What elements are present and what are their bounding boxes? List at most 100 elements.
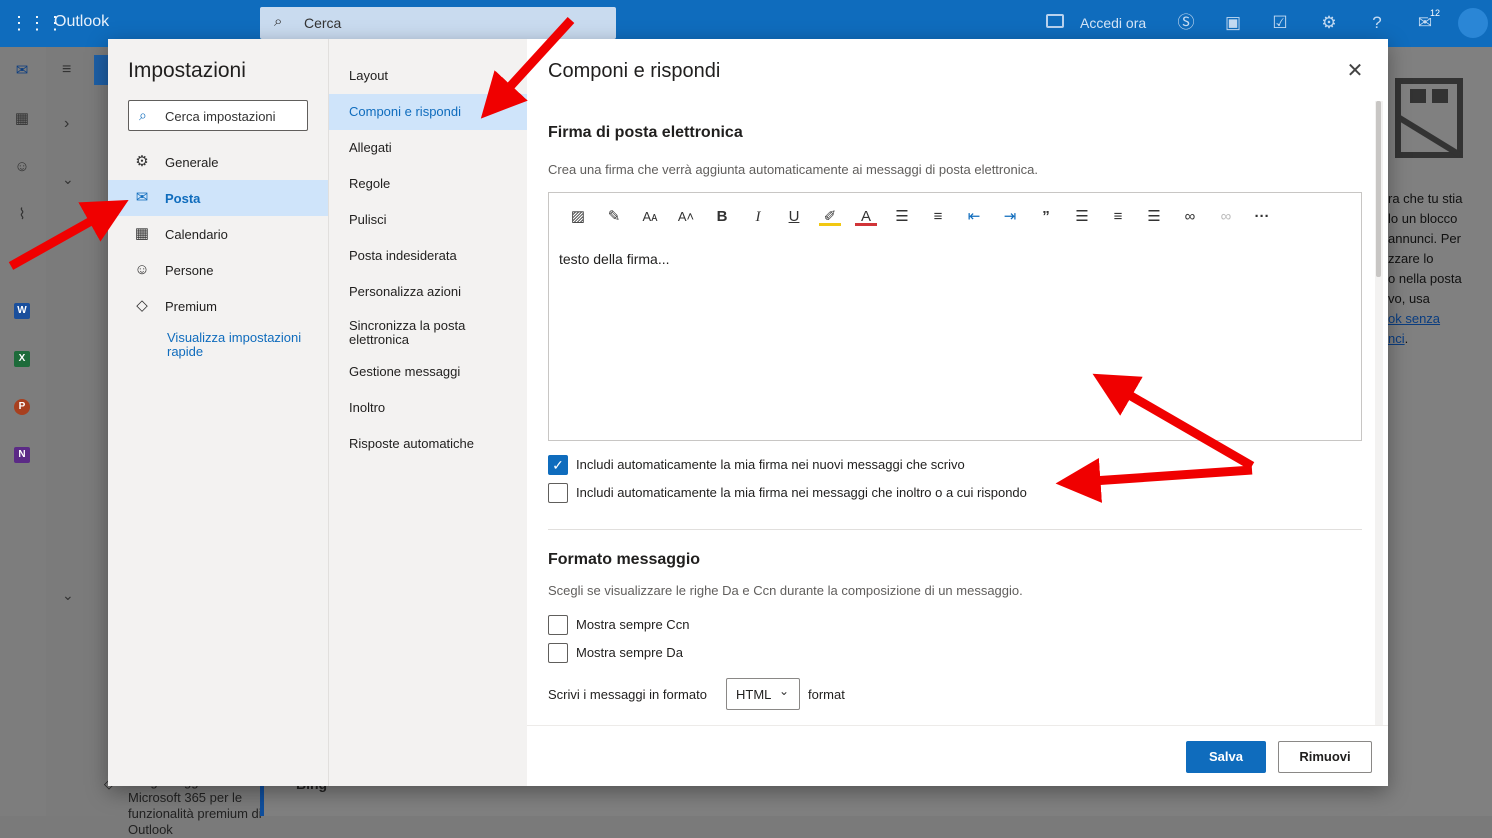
chevron-down-icon[interactable]: ⌄: [62, 171, 74, 188]
chevron-down-icon: ⌄: [779, 684, 790, 698]
category-people[interactable]: ☺ Persone: [108, 252, 328, 288]
subcategory-label: Gestione messaggi: [349, 364, 461, 379]
settings-search-input[interactable]: ⌕ Cerca impostazioni: [128, 100, 308, 131]
font-grow-icon[interactable]: A˄: [675, 206, 697, 228]
subcategory-label: Pulisci: [349, 212, 387, 227]
italic-icon[interactable]: I: [747, 206, 769, 228]
subcategory-rules[interactable]: Regole: [329, 166, 528, 202]
avatar[interactable]: [1458, 8, 1488, 38]
onenote-icon[interactable]: N: [14, 447, 30, 463]
subcategory-customize-actions[interactable]: Personalizza azioni: [329, 274, 528, 310]
more-icon[interactable]: ···: [1251, 206, 1273, 228]
font-color-icon[interactable]: A: [855, 206, 877, 226]
app-title[interactable]: Outlook: [54, 13, 109, 31]
discard-button[interactable]: Rimuovi: [1278, 741, 1372, 773]
global-search-input[interactable]: ⌕ Cerca: [260, 7, 616, 39]
ad-free-link[interactable]: nci: [1388, 331, 1405, 346]
excel-icon[interactable]: X: [14, 351, 30, 367]
settings-categories: Impostazioni ⌕ Cerca impostazioni ⚙ Gene…: [108, 39, 328, 786]
checkbox-label: Includi automaticamente la mia firma nei…: [576, 485, 1027, 500]
video-call-icon[interactable]: [1046, 14, 1064, 28]
mail-icon[interactable]: ✉: [12, 61, 32, 81]
checkbox-checked[interactable]: ✓: [548, 455, 568, 475]
font-size-icon[interactable]: Aᴀ: [639, 206, 661, 228]
subcategory-sweep[interactable]: Pulisci: [329, 202, 528, 238]
subcategory-compose-reply[interactable]: Componi e rispondi: [329, 94, 528, 130]
ad-free-icon: [1395, 78, 1463, 158]
underline-icon[interactable]: U: [783, 206, 805, 228]
subcategory-sync-email[interactable]: Sincronizza la posta elettronica: [329, 310, 528, 354]
subcategory-label: Inoltro: [349, 400, 386, 415]
compose-format-select[interactable]: HTML ⌄: [726, 678, 800, 710]
hamburger-icon[interactable]: ≡: [62, 61, 71, 79]
unlink-icon[interactable]: ∞: [1215, 206, 1237, 228]
app-launcher-icon[interactable]: ⋮⋮⋮: [10, 12, 64, 34]
quick-settings-link[interactable]: Visualizza impostazioni rapide: [167, 331, 307, 359]
format-painter-icon[interactable]: ✎: [603, 206, 625, 228]
increase-indent-icon[interactable]: ⇥: [999, 206, 1021, 228]
highlight-icon[interactable]: ✐: [819, 206, 841, 226]
format-description: Scegli se visualizzare le righe Da e Ccn…: [548, 583, 1023, 598]
close-icon[interactable]: ✕: [1343, 59, 1367, 83]
chevron-right-icon[interactable]: ›: [64, 115, 69, 133]
app-rail: ✉ ▦ ☺ ⌇ W X P N: [0, 47, 46, 816]
decrease-indent-icon[interactable]: ⇤: [963, 206, 985, 228]
help-icon[interactable]: ?: [1366, 12, 1388, 34]
category-premium[interactable]: ◇ Premium: [108, 288, 328, 324]
numbering-icon[interactable]: ≡: [927, 206, 949, 228]
subcategory-junk[interactable]: Posta indesiderata: [329, 238, 528, 274]
compose-format-label: Scrivi i messaggi in formato: [548, 687, 707, 702]
category-general[interactable]: ⚙ Generale: [108, 144, 328, 180]
signature-text[interactable]: testo della firma...: [559, 251, 670, 267]
calendar-icon: ▦: [134, 225, 150, 242]
subcategory-forwarding[interactable]: Inoltro: [329, 390, 528, 426]
align-left-icon[interactable]: ☰: [1071, 206, 1093, 228]
settings-gear-icon[interactable]: ⚙: [1318, 12, 1340, 34]
align-center-icon[interactable]: ≡: [1107, 206, 1129, 228]
scrollbar-thumb[interactable]: [1376, 101, 1381, 277]
signature-editor[interactable]: ▨ ✎ Aᴀ A˄ B I U ✐ A ☰ ≡ ⇤ ⇥ ” ☰ ≡ ☰ ∞ ∞ …: [548, 192, 1362, 441]
compose-format-row: Scrivi i messaggi in formato HTML ⌄ form…: [548, 678, 1048, 710]
pane-title: Componi e rispondi: [548, 60, 721, 82]
my-day-icon[interactable]: ☑: [1269, 12, 1291, 34]
subcategory-automatic-replies[interactable]: Risposte automatiche: [329, 426, 528, 462]
office-icon[interactable]: ▣: [1222, 12, 1244, 34]
compose-format-value: HTML: [736, 687, 772, 702]
checkbox-label: Mostra sempre Ccn: [576, 617, 690, 632]
link-icon[interactable]: ∞: [1179, 206, 1201, 228]
save-button[interactable]: Salva: [1186, 741, 1266, 773]
ad-free-link[interactable]: ok senza: [1388, 311, 1440, 326]
bullets-icon[interactable]: ☰: [891, 206, 913, 228]
align-right-icon[interactable]: ☰: [1143, 206, 1165, 228]
calendar-icon[interactable]: ▦: [12, 109, 32, 129]
format-heading: Formato messaggio: [548, 551, 701, 568]
quote-icon[interactable]: ”: [1035, 206, 1057, 228]
subcategory-layout[interactable]: Layout: [329, 58, 528, 94]
word-icon[interactable]: W: [14, 303, 30, 319]
chevron-down-icon[interactable]: ⌄: [62, 587, 74, 604]
meet-now-button[interactable]: Accedi ora: [1080, 15, 1146, 31]
checkbox-label: Mostra sempre Da: [576, 645, 683, 660]
attachment-icon[interactable]: ⌇: [12, 205, 32, 225]
checkbox-unchecked[interactable]: [548, 615, 568, 635]
people-icon: ☺: [134, 261, 150, 278]
skype-icon[interactable]: Ⓢ: [1175, 12, 1197, 34]
subcategory-message-handling[interactable]: Gestione messaggi: [329, 354, 528, 390]
section-divider: [548, 529, 1362, 530]
image-icon[interactable]: ▨: [567, 206, 589, 228]
checkbox-label: Includi automaticamente la mia firma nei…: [576, 457, 965, 472]
checkbox-unchecked[interactable]: [548, 483, 568, 503]
checkbox-unchecked[interactable]: [548, 643, 568, 663]
bold-icon[interactable]: B: [711, 206, 733, 228]
category-mail[interactable]: ✉ Posta: [108, 180, 328, 216]
subcategory-label: Allegati: [349, 140, 392, 155]
dialog-footer: Salva Rimuovi: [527, 725, 1388, 786]
people-icon[interactable]: ☺: [12, 157, 32, 177]
scrollbar[interactable]: [1375, 101, 1383, 725]
mail-icon: ✉: [135, 189, 149, 206]
category-calendar[interactable]: ▦ Calendario: [108, 216, 328, 252]
powerpoint-icon[interactable]: P: [14, 399, 30, 415]
signature-description: Crea una firma che verrà aggiunta automa…: [548, 162, 1038, 177]
compose-format-suffix: format: [808, 687, 845, 702]
subcategory-attachments[interactable]: Allegati: [329, 130, 528, 166]
